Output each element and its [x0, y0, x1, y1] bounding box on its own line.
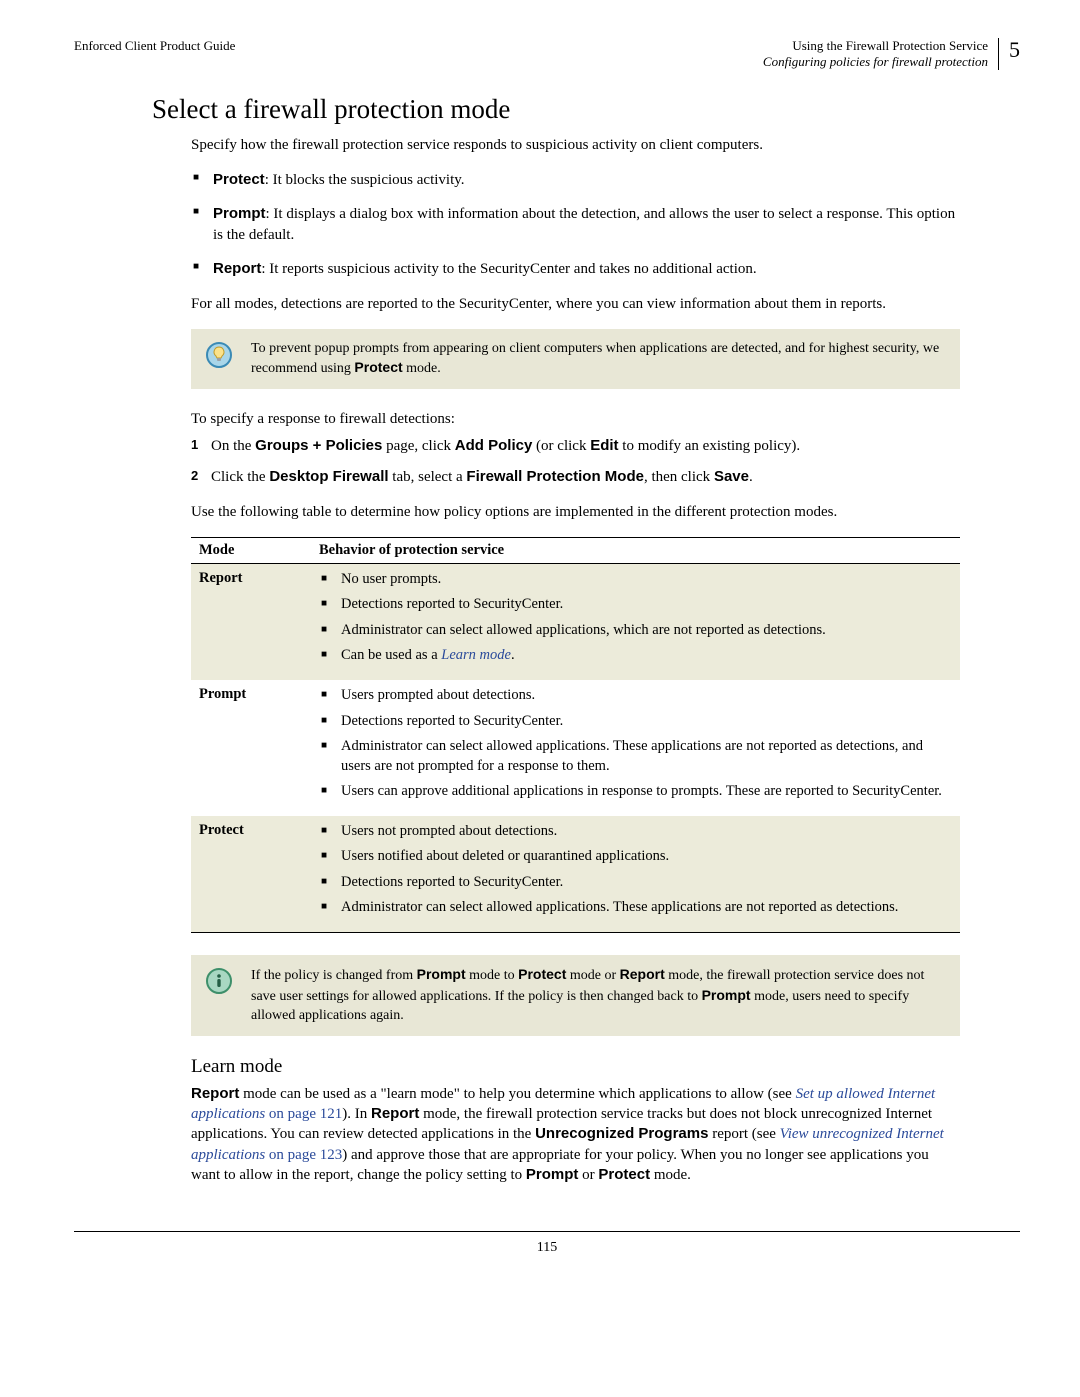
th-mode: Mode — [191, 537, 311, 563]
header-right-text: Using the Firewall Protection Service Co… — [763, 38, 988, 70]
step-1-num: 1 — [191, 435, 211, 458]
table-lead-paragraph: Use the following table to determine how… — [191, 502, 960, 522]
intro-paragraph: Specify how the firewall protection serv… — [191, 135, 960, 155]
list-item: Administrator can select allowed applica… — [319, 898, 952, 918]
all-modes-paragraph: For all modes, detections are reported t… — [191, 294, 960, 314]
info-icon — [205, 967, 233, 1000]
tip-post: mode. — [403, 361, 441, 376]
modes-table: Mode Behavior of protection service Repo… — [191, 537, 960, 933]
content: Select a firewall protection mode Specif… — [74, 94, 1020, 1256]
header-right: Using the Firewall Protection Service Co… — [763, 38, 1020, 70]
learn-mode-link[interactable]: Learn mode — [441, 647, 511, 663]
list-item: No user prompts. — [319, 570, 952, 590]
step-1-text: On the Groups + Policies page, click Add… — [211, 435, 800, 458]
bullet-report: Report: It reports suspicious activity t… — [191, 258, 960, 280]
step-1: 1 On the Groups + Policies page, click A… — [191, 435, 960, 458]
page-header: Enforced Client Product Guide Using the … — [74, 38, 1020, 70]
step-2-num: 2 — [191, 466, 211, 489]
cell-behavior-prompt: Users prompted about detections. Detecti… — [311, 680, 960, 816]
learn-mode-heading: Learn mode — [191, 1056, 960, 1078]
list-item: Can be used as a Learn mode. — [319, 646, 952, 666]
footer-rule — [74, 1231, 1020, 1232]
mode-bullet-list: Protect: It blocks the suspicious activi… — [191, 169, 960, 280]
bullet-prompt: Prompt: It displays a dialog box with in… — [191, 203, 960, 246]
step-2-text: Click the Desktop Firewall tab, select a… — [211, 466, 753, 489]
label-prompt: Prompt — [213, 205, 266, 222]
learn-mode-paragraph: Report mode can be used as a "learn mode… — [191, 1084, 960, 1185]
tip-note-text: To prevent popup prompts from appearing … — [251, 339, 946, 379]
list-item: Users not prompted about detections. — [319, 822, 952, 842]
page-number: 115 — [74, 1240, 1020, 1256]
page-footer: 115 — [74, 1231, 1020, 1256]
chapter-number: 5 — [1009, 38, 1020, 61]
step-2: 2 Click the Desktop Firewall tab, select… — [191, 466, 960, 489]
table-row-prompt: Prompt Users prompted about detections. … — [191, 680, 960, 816]
list-item: Detections reported to SecurityCenter. — [319, 595, 952, 615]
tip-note: To prevent popup prompts from appearing … — [191, 329, 960, 389]
list-item: Users notified about deleted or quaranti… — [319, 847, 952, 867]
text-prompt: : It displays a dialog box with informat… — [213, 206, 955, 243]
section-title: Select a firewall protection mode — [152, 94, 1020, 125]
document-page: Enforced Client Product Guide Using the … — [0, 0, 1080, 1296]
steps-list: 1 On the Groups + Policies page, click A… — [191, 435, 960, 489]
header-left-title: Enforced Client Product Guide — [74, 38, 235, 54]
cell-mode-prompt: Prompt — [191, 680, 311, 816]
text-protect: : It blocks the suspicious activity. — [265, 172, 465, 188]
table-row-report: Report No user prompts. Detections repor… — [191, 563, 960, 680]
th-behavior: Behavior of protection service — [311, 537, 960, 563]
cell-behavior-protect: Users not prompted about detections. Use… — [311, 816, 960, 933]
cell-mode-report: Report — [191, 563, 311, 680]
header-right-line1: Using the Firewall Protection Service — [763, 38, 988, 54]
cell-mode-protect: Protect — [191, 816, 311, 933]
list-item: Detections reported to SecurityCenter. — [319, 712, 952, 732]
list-item: Detections reported to SecurityCenter. — [319, 873, 952, 893]
specify-lead: To specify a response to firewall detect… — [191, 409, 960, 429]
lightbulb-icon — [205, 341, 233, 374]
text-report: : It reports suspicious activity to the … — [261, 261, 756, 277]
info-note-text: If the policy is changed from Prompt mod… — [251, 965, 946, 1026]
cell-behavior-report: No user prompts. Detections reported to … — [311, 563, 960, 680]
table-row-protect: Protect Users not prompted about detecti… — [191, 816, 960, 933]
tip-bold: Protect — [354, 359, 402, 375]
header-right-line2: Configuring policies for firewall protec… — [763, 54, 988, 70]
bullet-protect: Protect: It blocks the suspicious activi… — [191, 169, 960, 191]
table-header-row: Mode Behavior of protection service — [191, 537, 960, 563]
header-divider — [998, 38, 999, 70]
list-item: Users can approve additional application… — [319, 782, 952, 802]
list-item: Administrator can select allowed applica… — [319, 621, 952, 641]
list-item: Users prompted about detections. — [319, 686, 952, 706]
info-note: If the policy is changed from Prompt mod… — [191, 955, 960, 1036]
list-item: Administrator can select allowed applica… — [319, 737, 952, 776]
label-protect: Protect — [213, 171, 265, 188]
label-report: Report — [213, 260, 261, 277]
